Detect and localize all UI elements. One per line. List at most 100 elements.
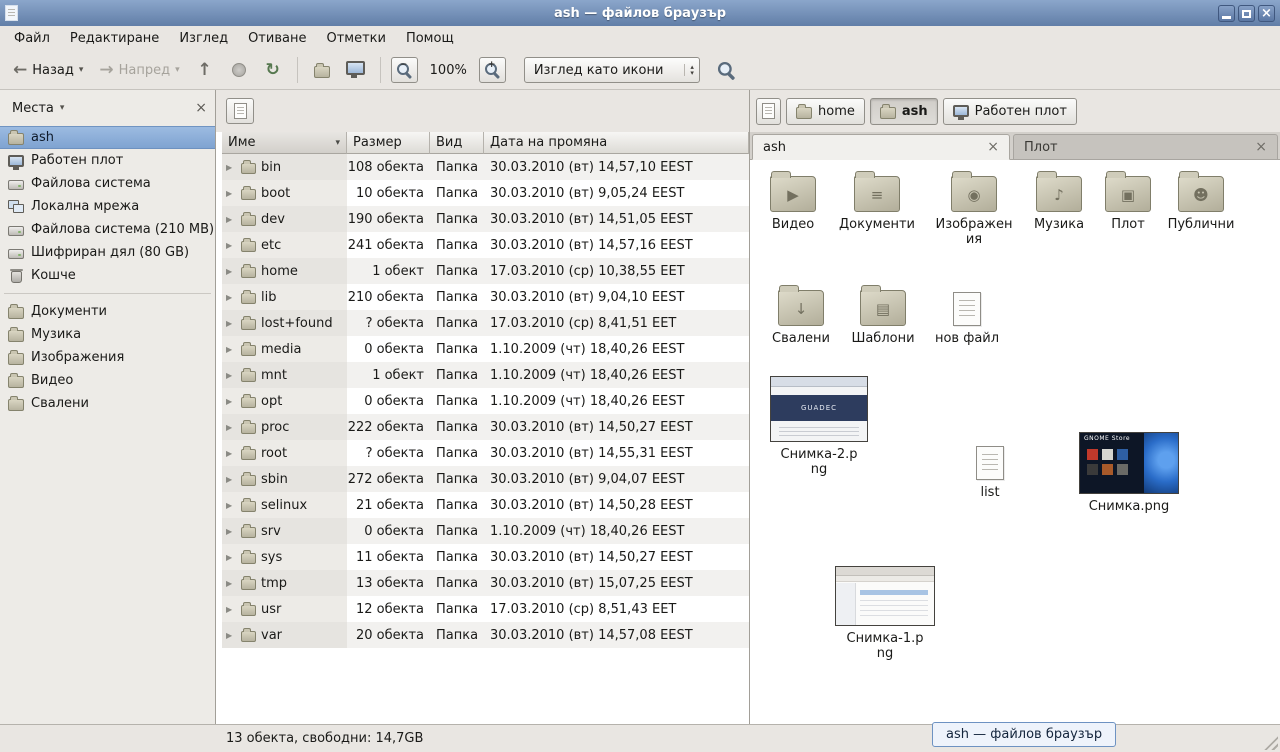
back-button[interactable]: ← Назад ▾ (6, 55, 90, 85)
menu-help[interactable]: Помощ (396, 28, 464, 49)
pathbar-root-button[interactable] (756, 98, 781, 125)
icon-documents[interactable]: ≡Документи (834, 176, 920, 232)
back-history-chevron-icon[interactable]: ▾ (79, 65, 84, 75)
table-row[interactable]: ▶root? обектаПапка30.03.2010 (вт) 14,55,… (222, 440, 749, 466)
search-button[interactable] (710, 55, 742, 85)
sidebar-item-local-network[interactable]: Локална мрежа (0, 195, 215, 218)
table-row[interactable]: ▶sys11 обектаПапка30.03.2010 (вт) 14,50,… (222, 544, 749, 570)
expander-icon[interactable]: ▶ (226, 293, 236, 302)
sidebar-item-music[interactable]: Музика (0, 323, 215, 346)
icon-desktop-folder[interactable]: ▣Плот (1100, 176, 1156, 232)
sidebar-item-trash[interactable]: Кошче (0, 264, 215, 287)
table-row[interactable]: ▶dev190 обектаПапка30.03.2010 (вт) 14,51… (222, 206, 749, 232)
sidebar-item-pictures[interactable]: Изображения (0, 346, 215, 369)
column-header-type[interactable]: Вид (430, 132, 484, 154)
places-selector[interactable]: Места ▾ (6, 98, 70, 119)
table-row[interactable]: ▶opt0 обектаПапка1.10.2009 (чт) 18,40,26… (222, 388, 749, 414)
icon-pictures[interactable]: ◉Изображения (932, 176, 1016, 247)
sidebar-item-ash[interactable]: ash (0, 126, 215, 149)
expander-icon[interactable]: ▶ (226, 267, 236, 276)
column-header-date[interactable]: Дата на промяна (484, 132, 749, 154)
pathbar-ash-button[interactable]: ash (870, 98, 938, 125)
expander-icon[interactable]: ▶ (226, 163, 236, 172)
sidebar-item-desktop[interactable]: Работен плот (0, 149, 215, 172)
expander-icon[interactable]: ▶ (226, 527, 236, 536)
zoom-in-button[interactable]: + (479, 57, 506, 83)
expander-icon[interactable]: ▶ (226, 475, 236, 484)
expander-icon[interactable]: ▶ (226, 189, 236, 198)
column-header-size[interactable]: Размер (347, 132, 430, 154)
tab-ash[interactable]: ash× (752, 134, 1010, 160)
table-row[interactable]: ▶sbin272 обектаПапка30.03.2010 (вт) 9,04… (222, 466, 749, 492)
icon-new-file[interactable]: нов файл (934, 292, 1000, 346)
expander-icon[interactable]: ▶ (226, 449, 236, 458)
icon-list-file[interactable]: list (960, 446, 1020, 500)
icon-snimka2-png[interactable]: GUADECСнимка-2.png (768, 376, 870, 477)
sidebar-close-icon[interactable]: × (195, 101, 207, 115)
expander-icon[interactable]: ▶ (226, 631, 236, 640)
table-row[interactable]: ▶tmp13 обектаПапка30.03.2010 (вт) 15,07,… (222, 570, 749, 596)
sidebar-item-documents[interactable]: Документи (0, 300, 215, 323)
expander-icon[interactable]: ▶ (226, 579, 236, 588)
table-row[interactable]: ▶boot10 обектаПапка30.03.2010 (вт) 9,05,… (222, 180, 749, 206)
icon-videos[interactable]: ▶Видео (760, 176, 826, 232)
expander-icon[interactable]: ▶ (226, 553, 236, 562)
forward-button[interactable]: → Напред ▾ (92, 55, 186, 85)
sidebar-item-filesystem-210mb[interactable]: Файлова система (210 MB) (0, 218, 215, 241)
menu-view[interactable]: Изглед (169, 28, 238, 49)
stop-button[interactable] (223, 55, 255, 85)
resize-grip[interactable] (1264, 736, 1278, 750)
expander-icon[interactable]: ▶ (226, 241, 236, 250)
menu-edit[interactable]: Редактиране (60, 28, 169, 49)
menu-bookmarks[interactable]: Отметки (316, 28, 395, 49)
up-button[interactable]: ↑ (189, 55, 221, 85)
table-row[interactable]: ▶selinux21 обектаПапка30.03.2010 (вт) 14… (222, 492, 749, 518)
zoom-out-button[interactable]: − (391, 57, 418, 83)
pathbar-desktop-button[interactable]: Работен плот (943, 98, 1077, 125)
pathbar-home-button[interactable]: home (786, 98, 865, 125)
table-row[interactable]: ▶lib210 обектаПапка30.03.2010 (вт) 9,04,… (222, 284, 749, 310)
menu-file[interactable]: Файл (4, 28, 60, 49)
icon-public[interactable]: ☻Публични (1162, 176, 1240, 232)
expander-icon[interactable]: ▶ (226, 345, 236, 354)
tab-close-icon[interactable]: × (987, 140, 999, 154)
icon-snimka1-png[interactable]: Снимка-1.png (834, 566, 936, 661)
tab-desktop[interactable]: Плот× (1013, 134, 1278, 160)
forward-history-chevron-icon[interactable]: ▾ (175, 65, 180, 75)
table-row[interactable]: ▶bin108 обектаПапка30.03.2010 (вт) 14,57… (222, 154, 749, 180)
expander-icon[interactable]: ▶ (226, 319, 236, 328)
menu-go[interactable]: Отиване (238, 28, 316, 49)
table-row[interactable]: ▶lost+found? обектаПапка17.03.2010 (ср) … (222, 310, 749, 336)
maximize-button[interactable] (1238, 5, 1255, 22)
expander-icon[interactable]: ▶ (226, 423, 236, 432)
expander-icon[interactable]: ▶ (226, 371, 236, 380)
expander-icon[interactable]: ▶ (226, 501, 236, 510)
icon-templates[interactable]: ▤Шаблони (848, 290, 918, 346)
table-row[interactable]: ▶home1 обектПапка17.03.2010 (ср) 10,38,5… (222, 258, 749, 284)
sidebar-item-filesystem[interactable]: Файлова система (0, 172, 215, 195)
reload-button[interactable]: ↻ (257, 55, 289, 85)
close-button[interactable]: × (1258, 5, 1275, 22)
icon-view[interactable]: ▶Видео≡Документи◉Изображения♪Музика▣Плот… (750, 160, 1280, 724)
expander-icon[interactable]: ▶ (226, 397, 236, 406)
sidebar-item-encrypted-80gb[interactable]: Шифриран дял (80 GB) (0, 241, 215, 264)
icon-downloads[interactable]: ↓Свалени (768, 290, 834, 346)
sidebar-item-videos[interactable]: Видео (0, 369, 215, 392)
tab-close-icon[interactable]: × (1255, 140, 1267, 154)
table-row[interactable]: ▶etc241 обектаПапка30.03.2010 (вт) 14,57… (222, 232, 749, 258)
sidebar-item-downloads[interactable]: Свалени (0, 392, 215, 415)
view-mode-select[interactable]: Изглед като икони ▴▾ (524, 57, 700, 83)
expander-icon[interactable]: ▶ (226, 605, 236, 614)
table-row[interactable]: ▶srv0 обектаПапка1.10.2009 (чт) 18,40,26… (222, 518, 749, 544)
icon-snimka-png[interactable]: GNOME StoreСнимка.png (1076, 432, 1182, 514)
icon-music[interactable]: ♪Музика (1026, 176, 1092, 232)
home-button[interactable] (306, 55, 338, 85)
table-row[interactable]: ▶var20 обектаПапка30.03.2010 (вт) 14,57,… (222, 622, 749, 648)
table-row[interactable]: ▶proc222 обектаПапка30.03.2010 (вт) 14,5… (222, 414, 749, 440)
left-pane-location-button[interactable] (226, 98, 254, 124)
table-row[interactable]: ▶media0 обектаПапка1.10.2009 (чт) 18,40,… (222, 336, 749, 362)
computer-button[interactable] (340, 55, 372, 85)
column-header-name[interactable]: Име▾ (222, 132, 347, 154)
table-row[interactable]: ▶usr12 обектаПапка17.03.2010 (ср) 8,51,4… (222, 596, 749, 622)
minimize-button[interactable] (1218, 5, 1235, 22)
